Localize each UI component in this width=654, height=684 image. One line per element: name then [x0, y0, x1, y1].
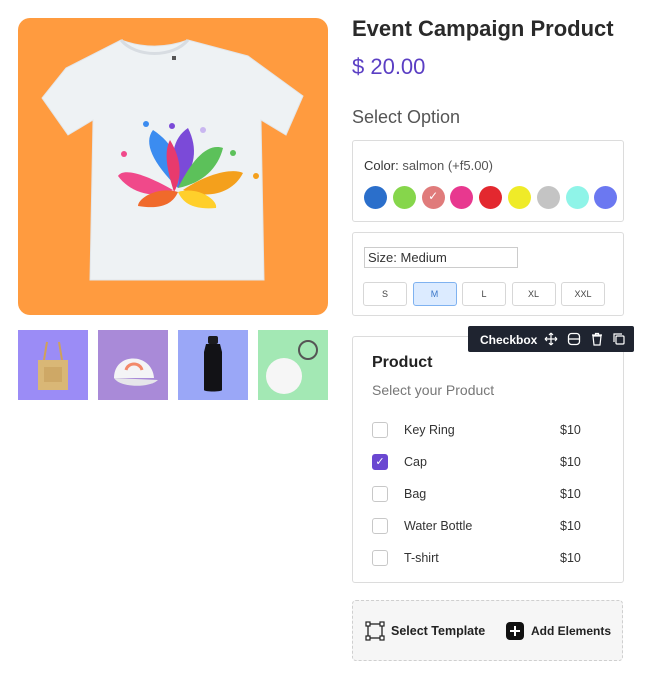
- size-option-label: Size: Medium: [364, 247, 518, 268]
- size-button-m[interactable]: M: [412, 282, 457, 306]
- move-icon[interactable]: [544, 332, 558, 346]
- add-elements-button[interactable]: Add Elements: [506, 621, 616, 641]
- color-swatch-green[interactable]: [392, 186, 416, 209]
- color-option-label: Color: salmon (+f5.00): [364, 158, 493, 173]
- product-checklist-subtitle: Select your Product: [372, 382, 495, 398]
- cap-icon: [114, 358, 158, 386]
- thumbnail-cap[interactable]: [98, 330, 168, 400]
- product-price: $ 20.00: [352, 54, 426, 79]
- size-option-panel: Size: Medium S M L XL XXL: [352, 232, 624, 316]
- color-option-panel: Color: salmon (+f5.00): [352, 140, 624, 222]
- checklist-item-price: $10: [560, 487, 581, 501]
- checklist-item[interactable]: Key Ring $10: [372, 420, 612, 440]
- select-option-heading: Select Option: [352, 107, 461, 127]
- checkbox[interactable]: [372, 518, 388, 534]
- checklist-item[interactable]: Water Bottle $10: [372, 516, 612, 536]
- thumbnail-water-bottle[interactable]: [178, 330, 248, 400]
- product-title: Event Campaign Product: [352, 16, 614, 41]
- size-button-s[interactable]: S: [363, 282, 407, 306]
- color-swatch-periwinkle[interactable]: [594, 186, 618, 209]
- product-checklist-panel[interactable]: Product Select your Product Key Ring$10C…: [352, 336, 624, 583]
- element-toolbar-label: Checkbox: [480, 333, 538, 347]
- checklist-item[interactable]: Cap $10: [372, 452, 612, 472]
- layout-icon[interactable]: [567, 332, 581, 346]
- checkbox[interactable]: [372, 486, 388, 502]
- trash-icon[interactable]: [590, 332, 604, 346]
- checkbox[interactable]: [372, 454, 388, 470]
- checklist-item-name: Water Bottle: [404, 519, 473, 533]
- checklist-item[interactable]: T-shirt $10: [372, 548, 612, 568]
- color-swatch-yellow[interactable]: [508, 186, 531, 209]
- checklist-item-name: Key Ring: [404, 423, 455, 437]
- checklist-item-name: Bag: [404, 487, 427, 501]
- element-toolbar: Checkbox: [468, 326, 634, 352]
- checklist-item[interactable]: Bag $10: [372, 484, 612, 504]
- duplicate-icon[interactable]: [612, 332, 626, 346]
- water-bottle-icon: [204, 336, 222, 392]
- select-template-icon: [365, 621, 385, 641]
- thumbnail-tote-bag[interactable]: [18, 330, 88, 400]
- checkbox[interactable]: [372, 550, 388, 566]
- checklist-item-name: T-shirt: [404, 551, 439, 565]
- product-checklist-title: Product: [372, 354, 433, 371]
- checkbox[interactable]: [372, 422, 388, 438]
- checklist-item-price: $10: [560, 519, 581, 533]
- tote-bag-icon: [38, 341, 68, 390]
- thumbnail-key-ring[interactable]: [258, 330, 328, 400]
- size-button-xl[interactable]: XL: [511, 282, 556, 306]
- tshirt-image: [41, 38, 304, 281]
- color-swatch-gray[interactable]: [536, 186, 560, 209]
- builder-footer: Select Template Add Elements: [352, 600, 623, 661]
- checklist-item-price: $10: [560, 551, 581, 565]
- color-swatch-salmon[interactable]: [421, 186, 445, 209]
- size-button-l[interactable]: L: [462, 282, 506, 306]
- size-option-value: Medium: [400, 250, 447, 265]
- select-template-button[interactable]: Select Template: [365, 621, 495, 641]
- color-swatch-blue[interactable]: [364, 186, 387, 209]
- color-swatch-red[interactable]: [479, 186, 503, 209]
- color-swatch-pink[interactable]: [450, 186, 474, 209]
- thumbnail-strip: [18, 330, 328, 400]
- add-elements-label: Add Elements: [531, 624, 612, 638]
- color-swatch-aqua[interactable]: [565, 186, 589, 209]
- checklist-item-name: Cap: [404, 455, 427, 469]
- checklist-item-price: $10: [560, 423, 581, 437]
- product-hero-image: [18, 18, 328, 315]
- key-ring-icon: [266, 340, 318, 394]
- color-option-value: salmon (+f5.00): [402, 158, 493, 173]
- size-button-xxl[interactable]: XXL: [561, 282, 605, 306]
- select-template-label: Select Template: [391, 624, 486, 638]
- plus-icon: [506, 622, 524, 640]
- checklist-item-price: $10: [560, 455, 581, 469]
